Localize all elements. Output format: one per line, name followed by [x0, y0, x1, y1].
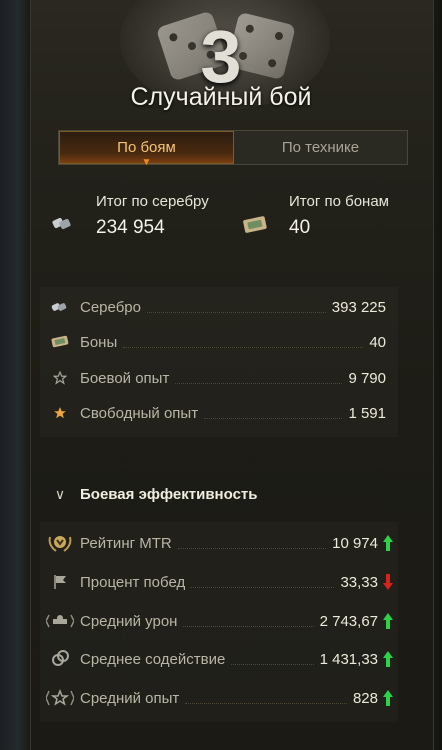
avg-xp-icon — [40, 688, 80, 708]
trend-up-icon — [378, 651, 398, 667]
background-left — [0, 0, 30, 750]
row-label: Боны — [80, 333, 118, 351]
efficiency-row: Рейтинг MTR 10 974 — [40, 529, 398, 557]
chevron-down-icon: ∨ — [54, 485, 66, 502]
dotted-leader — [183, 616, 314, 627]
row-value: 40 — [369, 333, 386, 351]
view-tabs: По боям ▼ По технике — [58, 130, 408, 168]
row-label: Средний опыт — [80, 689, 180, 707]
efficiency-row: Процент побед 33,33 — [40, 568, 398, 596]
efficiency-row: Средний опыт 828 — [40, 684, 398, 712]
row-value: 2 743,67 — [319, 612, 378, 630]
earnings-row: Свободный опыт 1 591 — [40, 399, 398, 427]
row-label: Серебро — [80, 298, 141, 316]
row-value: 10 974 — [332, 534, 378, 552]
row-value: 9 790 — [348, 369, 386, 387]
efficiency-row: Среднее содействие 1 431,33 — [40, 645, 398, 673]
row-label: Рейтинг MTR — [80, 534, 172, 552]
trend-up-icon — [378, 690, 398, 706]
dotted-leader — [123, 337, 364, 348]
trend-up-icon — [378, 613, 398, 629]
row-label: Средний урон — [80, 612, 178, 630]
total-silver-label: Итог по серебру — [96, 193, 209, 210]
efficiency-section-header[interactable]: ∨ Боевая эффективность — [40, 482, 398, 506]
total-bonds-label: Итог по бонам — [289, 193, 389, 210]
dotted-leader — [231, 654, 314, 665]
row-value: 828 — [352, 689, 378, 707]
row-value: 393 225 — [331, 298, 386, 316]
earnings-row: Боевой опыт 9 790 — [40, 364, 398, 392]
total-silver-value: 234 954 — [96, 217, 165, 238]
efficiency-row: Средний урон 2 743,67 — [40, 607, 398, 635]
damage-icon — [40, 612, 80, 630]
dotted-leader — [146, 302, 326, 313]
silver-coin-icon — [52, 217, 71, 230]
trend-up-icon — [378, 535, 398, 551]
bond-icon — [243, 216, 267, 233]
row-label: Процент побед — [80, 573, 186, 591]
chevron-down-icon: ▼ — [141, 157, 152, 168]
dotted-leader — [177, 538, 327, 549]
dotted-leader — [185, 693, 347, 704]
tab-label: По технике — [281, 139, 360, 156]
assist-icon — [40, 650, 80, 668]
trend-down-icon — [378, 574, 398, 590]
row-label: Среднее содействие — [80, 650, 226, 668]
tab-label: По боям — [117, 139, 176, 156]
bond-icon — [40, 335, 80, 349]
earnings-row: Боны 40 — [40, 328, 398, 356]
row-value: 1 591 — [348, 404, 386, 422]
earnings-row: Серебро 393 225 — [40, 293, 398, 321]
page-title: Случайный бой — [130, 83, 312, 111]
dotted-leader — [204, 408, 343, 419]
dotted-leader — [175, 373, 343, 384]
total-bonds-value: 40 — [289, 217, 311, 238]
row-label: Боевой опыт — [80, 369, 170, 387]
tab-by-battles[interactable]: По боям ▼ — [59, 131, 234, 168]
silver-coin-icon — [40, 301, 80, 313]
row-value: 33,33 — [340, 573, 378, 591]
section-title: Боевая эффективность — [80, 485, 258, 503]
row-label: Свободный опыт — [80, 404, 199, 422]
mtr-rating-icon — [40, 531, 80, 555]
row-value: 1 431,33 — [319, 650, 378, 668]
tab-by-vehicle[interactable]: По технике — [234, 131, 407, 164]
flag-icon — [40, 574, 80, 590]
dotted-leader — [191, 577, 335, 588]
star-gold-icon — [40, 406, 80, 420]
star-outline-icon — [40, 371, 80, 385]
